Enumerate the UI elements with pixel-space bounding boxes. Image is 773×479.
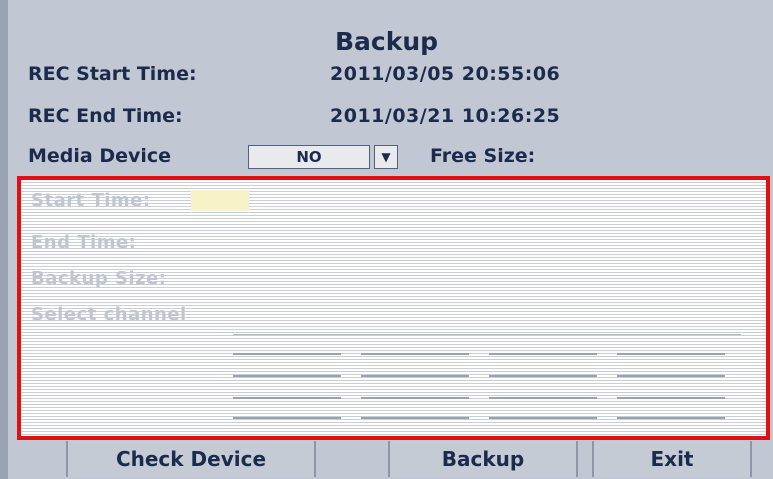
channel-checkbox[interactable] [233,361,341,377]
channel-checkbox[interactable] [617,339,725,355]
rec-start-value: 2011/03/05 20:55:06 [330,63,561,85]
check-device-button[interactable]: Check Device [66,441,316,477]
channel-checkbox[interactable] [233,403,341,419]
channel-checkbox[interactable] [489,361,597,377]
channel-checkbox[interactable] [361,361,469,377]
rec-start-label: REC Start Time: [28,63,197,85]
backup-button[interactable]: Backup [388,441,578,477]
channel-checkbox[interactable] [489,403,597,419]
channel-checkbox[interactable] [233,339,341,355]
channel-checkbox[interactable] [489,339,597,355]
backup-settings-panel: Start Time: End Time: Backup Size: Selec… [17,176,770,440]
channel-checkbox[interactable] [361,339,469,355]
select-channel-label: Select channel [31,304,187,325]
dialog-title: Backup [334,27,439,56]
exit-button[interactable]: Exit [592,441,752,477]
channel-checkbox[interactable] [617,361,725,377]
start-time-label: Start Time: [31,190,151,211]
media-device-value[interactable]: NO [248,145,370,169]
channel-checkbox[interactable] [361,403,469,419]
channel-checkbox[interactable] [361,383,469,399]
rec-end-value: 2011/03/21 10:26:25 [330,105,561,127]
rec-end-label: REC End Time: [28,105,183,127]
end-time-label: End Time: [31,232,137,253]
free-size-label: Free Size: [430,145,536,167]
backup-size-label: Backup Size: [31,268,167,289]
channel-checkbox[interactable] [233,383,341,399]
media-device-label: Media Device [28,145,172,167]
media-device-select[interactable]: NO ▼ [248,145,398,169]
channel-grid [233,334,741,419]
channel-checkbox[interactable] [489,383,597,399]
channel-checkbox[interactable] [617,383,725,399]
channel-checkbox[interactable] [617,403,725,419]
chevron-down-icon[interactable]: ▼ [374,145,398,169]
start-time-field[interactable] [191,190,249,211]
